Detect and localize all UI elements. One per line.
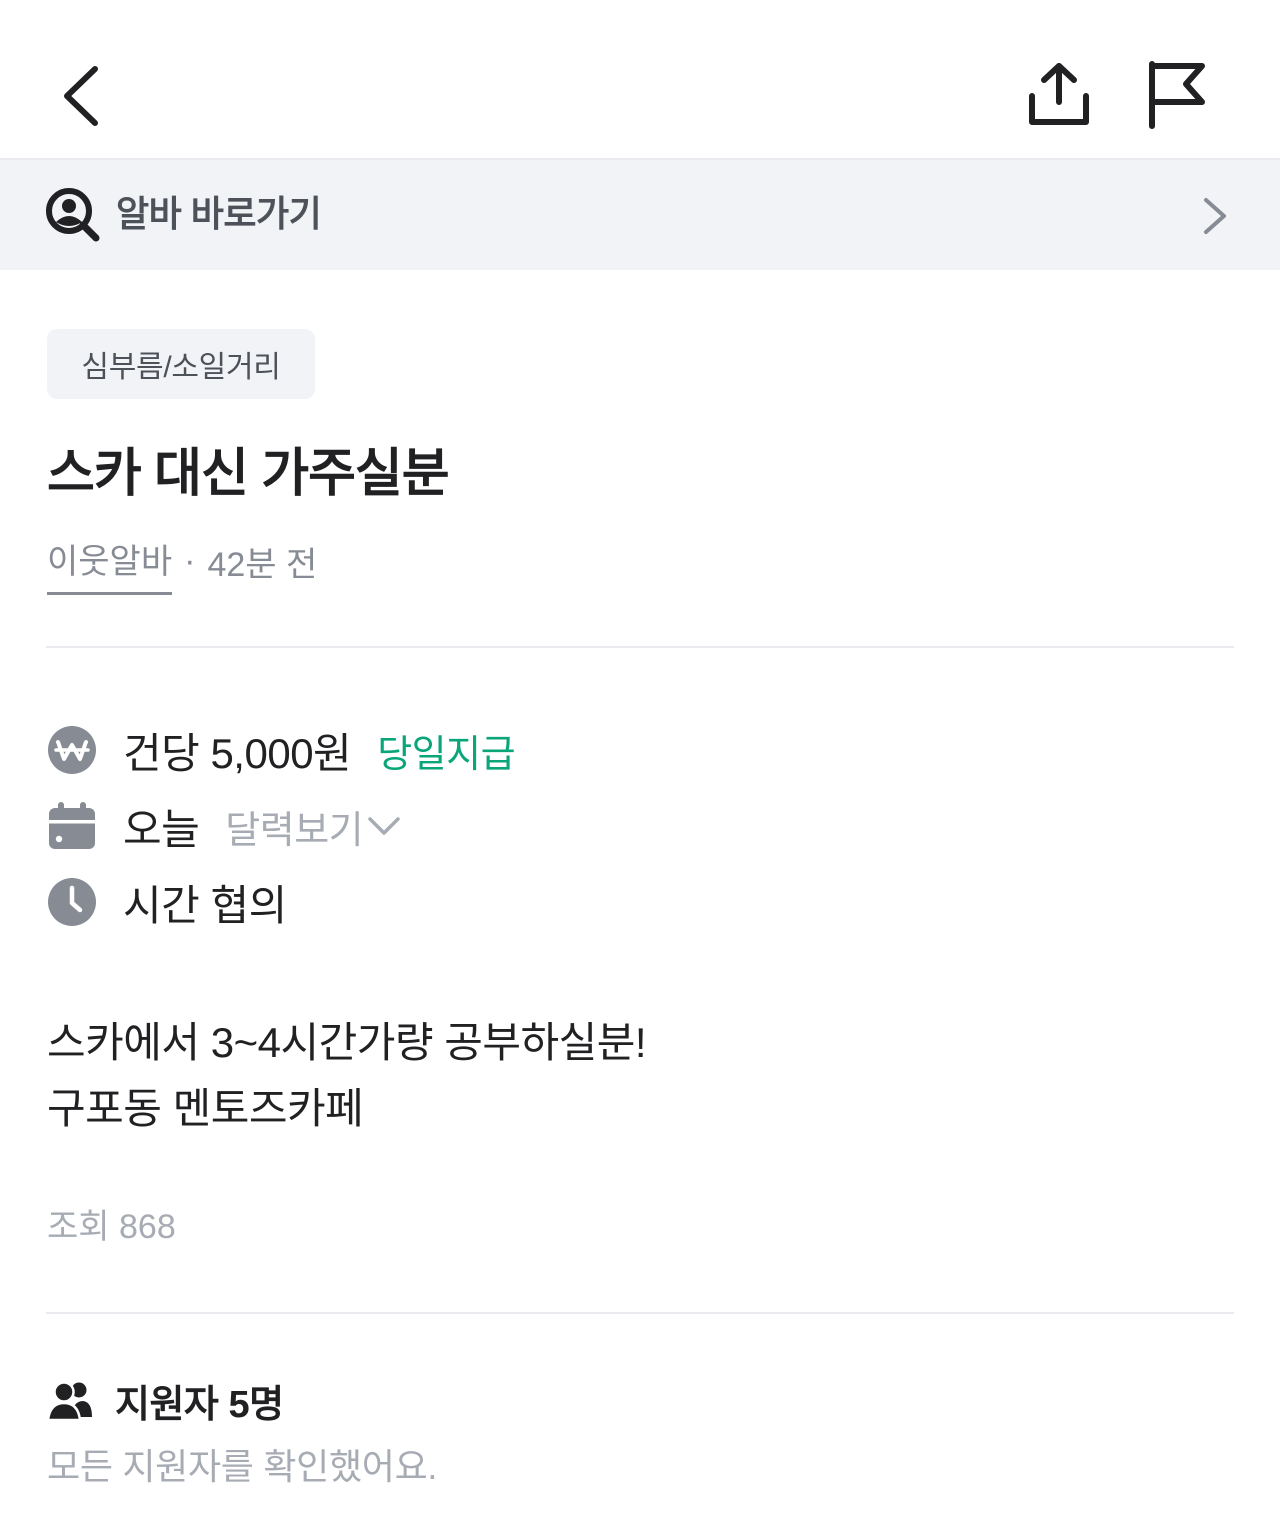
share-button[interactable] (1016, 52, 1102, 138)
post-title: 스카 대신 가주실분 (47, 445, 450, 503)
time-text: 시간 협의 (123, 881, 287, 929)
person-search-icon (46, 188, 100, 242)
wage-text: 건당 5,000원 (123, 729, 352, 777)
chevron-left-icon (64, 66, 98, 126)
section-divider (46, 1312, 1234, 1314)
report-button[interactable] (1134, 50, 1220, 140)
top-navigation-bar (0, 0, 1280, 160)
flag-icon (1149, 61, 1205, 129)
post-description: 스카에서 3~4시간가량 공부하실분! 구포동 멘토즈카페 (47, 1010, 647, 1142)
won-icon (48, 726, 96, 774)
section-divider (46, 646, 1234, 648)
meta-separator: · (184, 541, 196, 580)
applicants-status: 모든 지원자를 확인했어요. (47, 1446, 438, 1487)
applicants-count: 지원자 5명 (115, 1383, 284, 1426)
back-button[interactable] (40, 52, 120, 140)
calendar-icon (49, 802, 95, 849)
chevron-right-icon (1204, 198, 1226, 234)
post-meta: 이웃알바 · 42분 전 (47, 532, 318, 595)
job-post-detail-screen: 알바 바로가기 심부름/소일거리 스카 대신 가주실분 이웃알바 · 42분 전… (0, 0, 1280, 1537)
category-chip: 심부름/소일거리 (47, 329, 315, 399)
clock-icon (48, 878, 96, 926)
users-icon (47, 1381, 92, 1422)
calendar-view-button[interactable]: 달력보기 (225, 799, 401, 854)
applicants-header: 지원자 5명 (47, 1372, 284, 1428)
chevron-down-icon (368, 817, 400, 835)
date-text: 오늘 (123, 805, 200, 853)
calendar-link-label: 달력보기 (225, 809, 364, 852)
wage-row: 건당 5,000원 당일지급 (47, 720, 516, 780)
pay-timing-badge: 당일지급 (377, 733, 516, 776)
share-upload-icon (1029, 63, 1089, 125)
poster-link[interactable]: 이웃알바 (47, 534, 173, 595)
shortcut-label[interactable]: 알바 바로가기 (116, 186, 322, 242)
view-count: 조회 868 (47, 1208, 176, 1246)
description-line: 스카에서 3~4시간가량 공부하실분! (47, 1019, 647, 1066)
description-line: 구포동 멘토즈카페 (47, 1085, 364, 1132)
posted-time: 42분 전 (207, 545, 318, 584)
time-row: 시간 협의 (47, 872, 287, 932)
date-row: 오늘 달력보기 (47, 796, 401, 856)
